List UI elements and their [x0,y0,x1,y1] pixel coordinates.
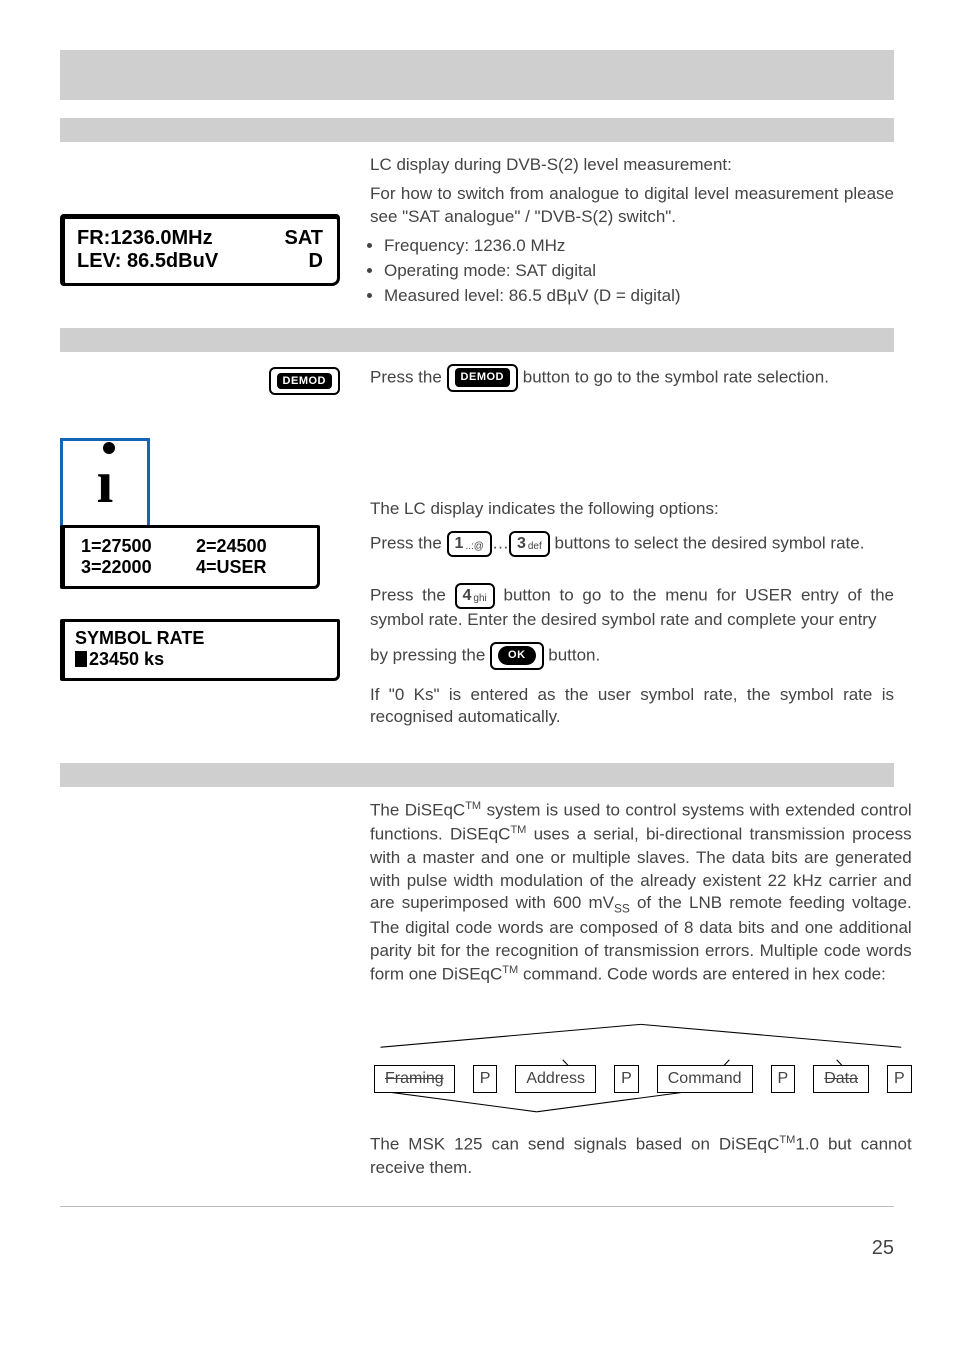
demod-key-left: DEMOD [269,367,340,395]
option-1: 1=27500 [75,536,190,557]
text-fragment: … [492,533,509,552]
auto-recognition-note: If "0 Ks" is entered as the user symbol … [370,684,894,730]
key-4-number: 4 [463,585,472,607]
lcd-line2-right: D [309,250,323,273]
symbol-rate-value: 23450 ks [89,649,164,669]
diagram-address: Address [515,1065,596,1093]
key-3-number: 3 [517,533,526,555]
demod-key-label: DEMOD [277,373,332,389]
diagram-p: P [473,1065,498,1093]
key-ok: OK [490,642,544,670]
key-1: 1..:@ [447,531,492,557]
page-number: 25 [60,1237,894,1260]
key-3-sub: def [528,540,542,554]
header-band [60,50,894,100]
msk-closing: The MSK 125 can send signals based on Di… [370,1133,912,1180]
cursor-block-icon [75,651,87,667]
text-fragment: button to go to the symbol rate selectio… [523,367,829,386]
section-divider [60,328,894,352]
text-fragment: button. [548,645,600,664]
bullet-frequency: Frequency: 1236.0 MHz [384,235,894,258]
symbol-rate-title: SYMBOL RATE [75,628,325,649]
text-fragment: Press the [370,585,455,604]
key-3: 3def [509,531,550,557]
diagram-p: P [887,1065,912,1093]
lcd-line1-left: FR:1236.0MHz [77,227,213,250]
press-4-instruction: Press the 4ghi button to go to the menu … [370,583,894,632]
option-2: 2=24500 [190,536,305,557]
lcd-display-box: FR:1236.0MHz SAT LEV: 86.5dBuV D [60,214,340,286]
diseqc-paragraph: The DiSEqCTM system is used to control s… [370,799,912,986]
press-ok-instruction: by pressing the OK button. [370,642,894,670]
diagram-command: Command [657,1065,753,1093]
text-fragment: Press the [370,533,447,552]
diagram-p: P [614,1065,639,1093]
text-fragment: by pressing the [370,645,490,664]
key-1-sub: ..:@ [465,540,484,554]
key-ok-label: OK [498,646,536,665]
text-fragment: Press the [370,367,447,386]
lcd-line1-right: SAT [284,227,323,250]
diagram-framing: Framing [374,1065,455,1093]
diagram-data: Data [813,1065,869,1093]
section-divider [60,763,894,787]
demod-key-label: DEMOD [455,368,510,387]
press-1-3-instruction: Press the 1..:@ … 3def buttons to select… [370,531,894,557]
section-divider [60,118,894,142]
press-demod-instruction: Press the DEMOD button to go to the symb… [370,364,894,392]
symbol-rate-entry: SYMBOL RATE 23450 ks [60,619,340,681]
symbol-rate-options: 1=27500 2=24500 3=22000 4=USER [60,525,320,589]
lc-display-intro: LC display during DVB-S(2) level measure… [370,154,894,177]
option-3: 3=22000 [75,557,190,578]
lc-options-line: The LC display indicates the following o… [370,498,894,521]
bullet-operating-mode: Operating mode: SAT digital [384,260,894,283]
info-icon: ı [97,448,114,517]
switch-instruction: For how to switch from analogue to digit… [370,183,894,229]
footer-rule [60,1206,894,1207]
key-4-sub: ghi [473,592,486,606]
demod-key-inline: DEMOD [447,364,518,392]
diagram-p: P [771,1065,796,1093]
bullet-measured-level: Measured level: 86.5 dBµV (D = digital) [384,285,894,308]
text-fragment: buttons to select the desired symbol rat… [555,533,865,552]
key-4: 4ghi [455,583,495,609]
codeword-diagram: Framing P Address P Command P Data P [370,1016,912,1093]
option-4: 4=USER [190,557,305,578]
info-icon-box: ı [60,438,150,528]
lcd-line2-left: LEV: 86.5dBuV [77,250,218,273]
key-1-number: 1 [455,533,464,555]
